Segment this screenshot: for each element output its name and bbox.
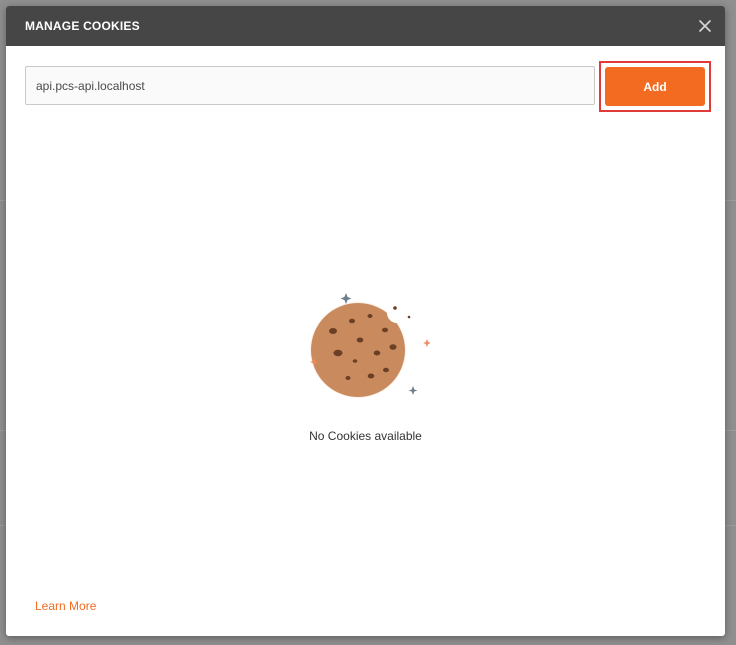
modal-title: MANAGE COOKIES — [25, 19, 140, 33]
close-button[interactable] — [693, 14, 717, 38]
empty-state: No Cookies available — [6, 281, 725, 461]
learn-more-link[interactable]: Learn More — [35, 599, 96, 613]
add-button[interactable]: Add — [605, 67, 705, 106]
manage-cookies-modal: MANAGE COOKIES Add — [6, 6, 725, 636]
empty-state-message: No Cookies available — [309, 429, 422, 443]
domain-input[interactable] — [25, 66, 595, 105]
close-icon — [699, 20, 711, 32]
cookie-icon — [310, 293, 430, 398]
modal-header: MANAGE COOKIES — [6, 6, 725, 46]
